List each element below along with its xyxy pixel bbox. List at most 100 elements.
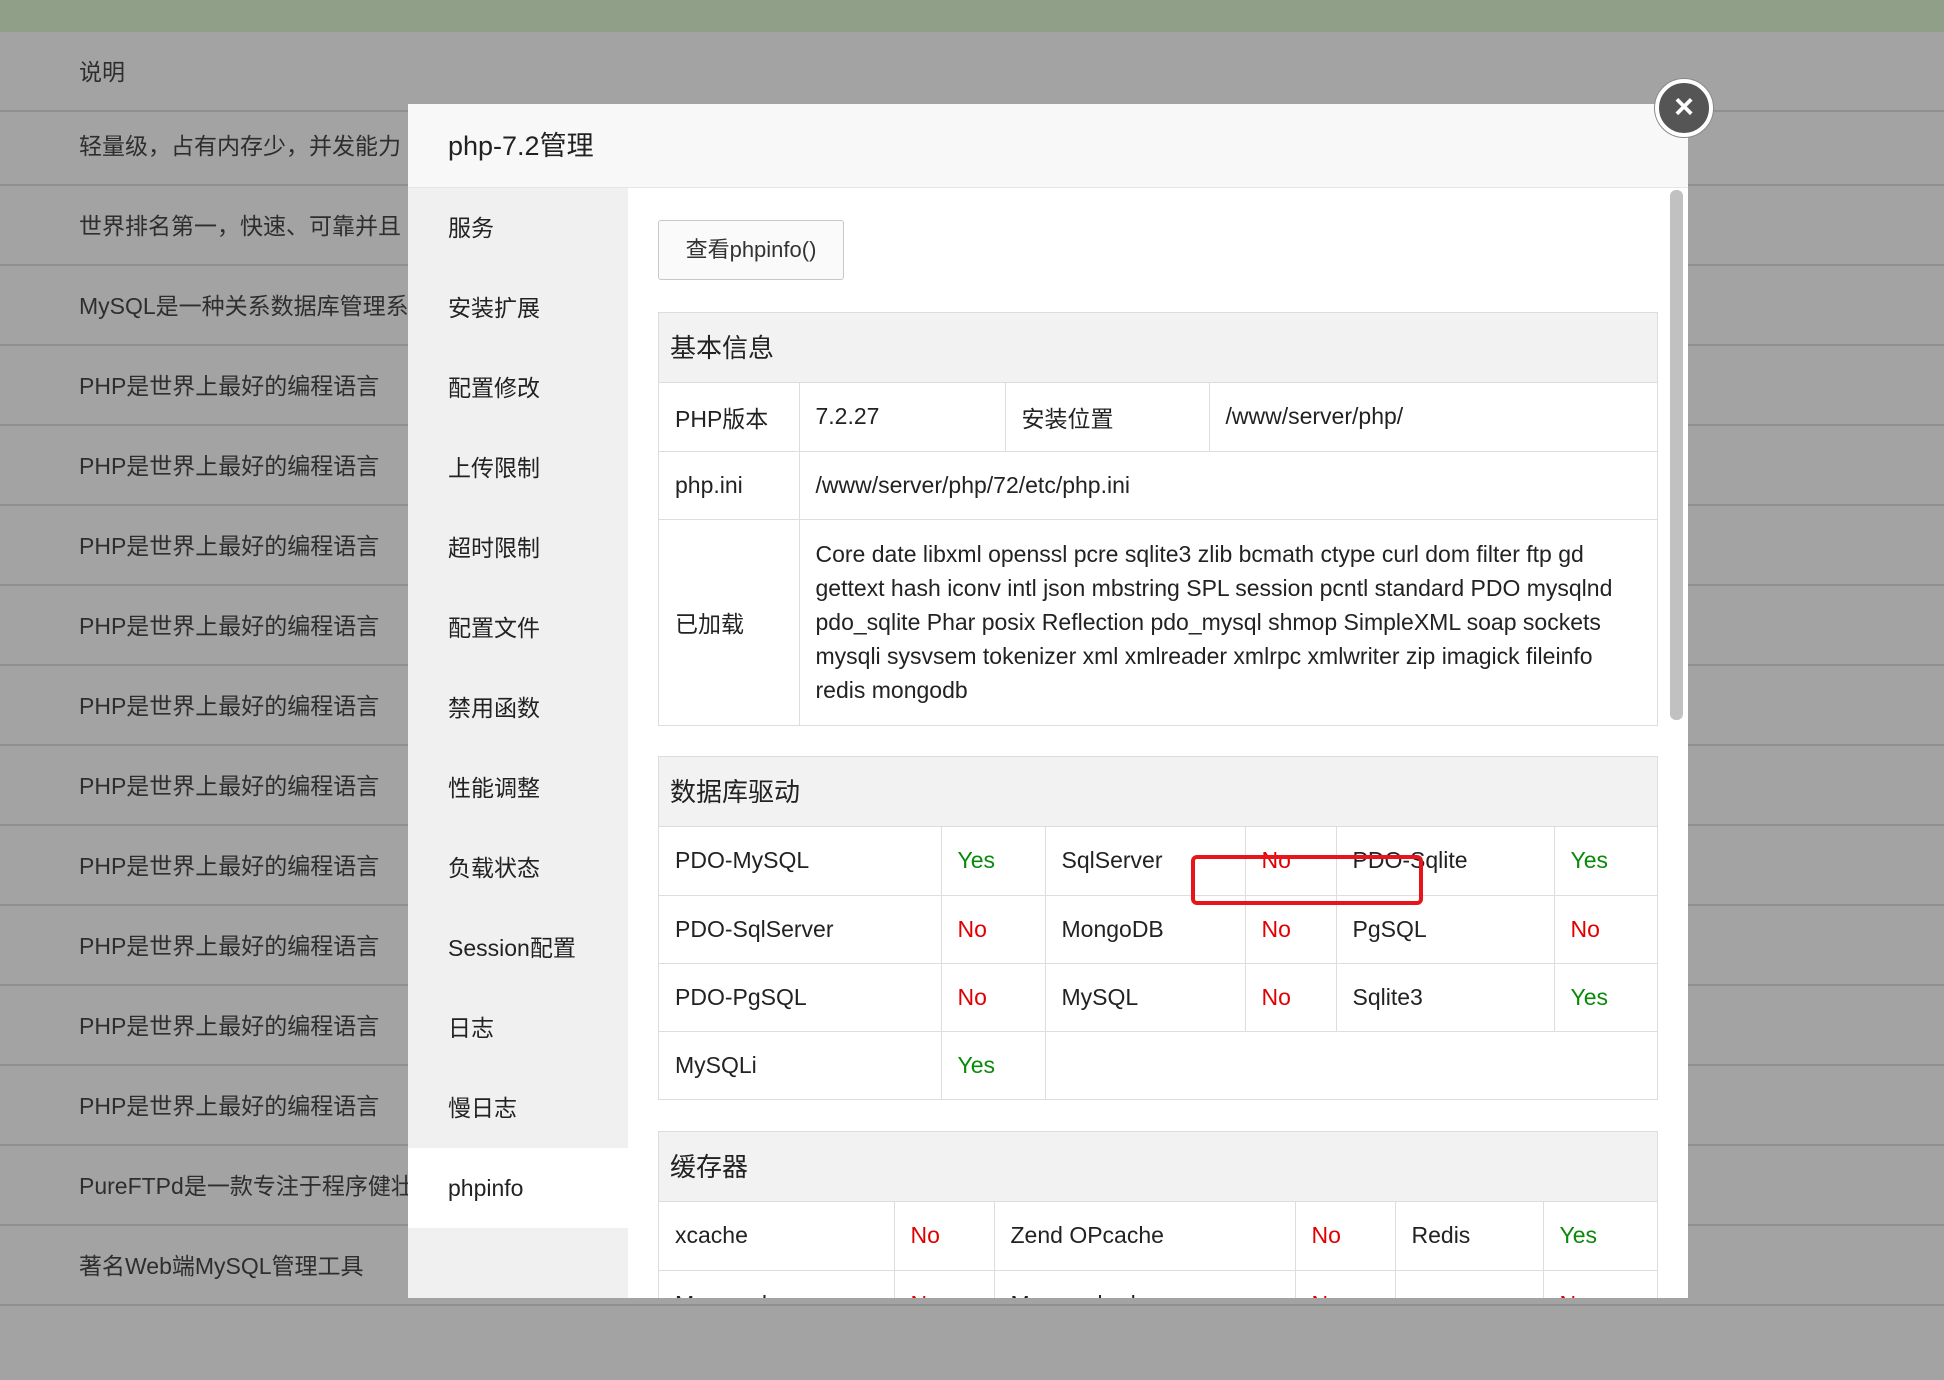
sidebar-item-label: 负载状态	[448, 855, 540, 881]
sidebar-item-session-config[interactable]: Session配置	[408, 908, 628, 988]
sidebar-item-label: 禁用函数	[448, 695, 540, 721]
driver-status: Yes	[1553, 827, 1657, 896]
dialog-sidebar: 服务 安装扩展 配置修改 上传限制 超时限制 配置文件 禁用函数 性能调整 负载…	[408, 188, 628, 1298]
driver-name: PgSQL	[1335, 894, 1555, 964]
top-bar	[0, 0, 1944, 32]
bg-row-header: 说明	[0, 32, 1944, 112]
table-row: PDO-SqlServer No MongoDB No PgSQL No	[659, 894, 1657, 964]
driver-name: PDO-SqlServer	[659, 894, 942, 964]
bg-row-text: PHP是世界上最好的编程语言	[79, 533, 380, 559]
sidebar-item-label: Session配置	[448, 935, 576, 961]
table-row: php.ini /www/server/php/72/etc/php.ini	[659, 450, 1657, 520]
sidebar-item-label: 性能调整	[448, 775, 540, 801]
cache-name: Memcached	[993, 1269, 1296, 1298]
php-manage-dialog: php-7.2管理 服务 安装扩展 配置修改 上传限制 超时限制 配置文件 禁用…	[408, 104, 1688, 1298]
sidebar-item-label: 服务	[448, 215, 494, 241]
cache-status: No	[1542, 1269, 1657, 1298]
driver-status: No	[940, 894, 1046, 964]
table-row: Memcache No Memcached No apcu No	[659, 1269, 1657, 1298]
cache-status: No	[1294, 1202, 1396, 1271]
driver-name: MySQLi	[659, 1030, 942, 1099]
dialog-title-bar[interactable]: php-7.2管理	[408, 104, 1688, 188]
cache-name: apcu	[1394, 1269, 1544, 1298]
sidebar-item-service[interactable]: 服务	[408, 188, 628, 268]
bg-row-text: PHP是世界上最好的编程语言	[79, 693, 380, 719]
redis-mongodb-highlight	[1191, 855, 1423, 905]
db-driver-panel: 数据库驱动 PDO-MySQL Yes SqlServer No PDO-Sql…	[658, 756, 1658, 1100]
cache-status: No	[1294, 1269, 1396, 1298]
sidebar-item-install-extension[interactable]: 安装扩展	[408, 268, 628, 348]
sidebar-item-performance[interactable]: 性能调整	[408, 748, 628, 828]
bg-row-text: PHP是世界上最好的编程语言	[79, 773, 380, 799]
driver-status: Yes	[940, 827, 1046, 896]
bg-row-text: 说明	[79, 59, 125, 85]
install-path-value: /www/server/php/	[1208, 383, 1657, 452]
bg-row-text: PHP是世界上最好的编程语言	[79, 853, 380, 879]
cache-name: Zend OPcache	[993, 1202, 1296, 1271]
bg-row-text: PHP是世界上最好的编程语言	[79, 1093, 380, 1119]
bg-row-text: PHP是世界上最好的编程语言	[79, 1013, 380, 1039]
driver-name: PDO-PgSQL	[659, 962, 942, 1032]
php-ini-path: /www/server/php/72/etc/php.ini	[798, 450, 1657, 520]
driver-status: Yes	[1553, 962, 1657, 1032]
php-version-value: 7.2.27	[798, 383, 1006, 452]
sidebar-item-timeout-limit[interactable]: 超时限制	[408, 508, 628, 588]
driver-status: No	[940, 962, 1046, 1032]
driver-status: Yes	[940, 1030, 1046, 1099]
sidebar-item-upload-limit[interactable]: 上传限制	[408, 428, 628, 508]
driver-name: MongoDB	[1044, 894, 1246, 964]
sidebar-item-label: phpinfo	[448, 1175, 524, 1201]
cache-name: xcache	[659, 1202, 895, 1271]
cache-status: No	[893, 1269, 995, 1298]
dialog-title: php-7.2管理	[448, 131, 594, 161]
bg-row-text: PHP是世界上最好的编程语言	[79, 453, 380, 479]
db-driver-heading: 数据库驱动	[659, 757, 1657, 827]
sidebar-item-config-file[interactable]: 配置文件	[408, 588, 628, 668]
bg-row-text: PHP是世界上最好的编程语言	[79, 373, 380, 399]
bg-row-text: 著名Web端MySQL管理工具	[79, 1253, 364, 1279]
dialog-content: 查看phpinfo() 基本信息 PHP版本 7.2.27 安装位置 /www/…	[628, 188, 1688, 1298]
install-path-label: 安装位置	[1004, 383, 1210, 452]
cache-status: Yes	[1542, 1202, 1657, 1271]
sidebar-item-slow-log[interactable]: 慢日志	[408, 1068, 628, 1148]
sidebar-item-label: 配置修改	[448, 375, 540, 401]
sidebar-item-label: 超时限制	[448, 535, 540, 561]
table-row: PDO-MySQL Yes SqlServer No PDO-Sqlite Ye…	[659, 827, 1657, 896]
sidebar-item-log[interactable]: 日志	[408, 988, 628, 1068]
driver-name: Sqlite3	[1335, 962, 1555, 1032]
sidebar-item-label: 日志	[448, 1015, 494, 1041]
empty-cell	[1044, 1030, 1657, 1099]
bg-row-text: PHP是世界上最好的编程语言	[79, 933, 380, 959]
content-scrollbar[interactable]	[1670, 190, 1683, 720]
bg-row-text: 轻量级，占有内存少，并发能力	[79, 133, 401, 159]
bg-row-text: 世界排名第一，快速、可靠并且	[79, 213, 401, 239]
cache-name: Memcache	[659, 1269, 895, 1298]
table-row: xcache No Zend OPcache No Redis Yes	[659, 1202, 1657, 1271]
bg-row-text: PureFTPd是一款专注于程序健壮	[79, 1173, 414, 1199]
close-icon[interactable]: ×	[1655, 79, 1713, 137]
bg-row-text: PHP是世界上最好的编程语言	[79, 613, 380, 639]
cache-heading: 缓存器	[659, 1132, 1657, 1202]
php-ini-label: php.ini	[659, 450, 800, 520]
php-version-label: PHP版本	[659, 383, 800, 452]
driver-status: No	[1553, 894, 1657, 964]
sidebar-item-label: 慢日志	[448, 1095, 517, 1121]
table-row: MySQLi Yes	[659, 1030, 1657, 1099]
sidebar-item-disabled-functions[interactable]: 禁用函数	[408, 668, 628, 748]
view-phpinfo-button[interactable]: 查看phpinfo()	[658, 220, 844, 280]
sidebar-item-load-status[interactable]: 负载状态	[408, 828, 628, 908]
loaded-label: 已加载	[659, 518, 800, 725]
basic-info-heading: 基本信息	[659, 313, 1657, 383]
sidebar-item-label: 配置文件	[448, 615, 540, 641]
sidebar-item-label: 安装扩展	[448, 295, 540, 321]
sidebar-item-phpinfo[interactable]: phpinfo	[408, 1148, 628, 1228]
loaded-extensions: Core date libxml openssl pcre sqlite3 zl…	[798, 518, 1657, 725]
sidebar-item-label: 上传限制	[448, 455, 540, 481]
basic-info-table: PHP版本 7.2.27 安装位置 /www/server/php/ php.i…	[659, 383, 1657, 725]
cache-panel: 缓存器 xcache No Zend OPcache No Redis Yes …	[658, 1131, 1658, 1298]
table-row: PDO-PgSQL No MySQL No Sqlite3 Yes	[659, 962, 1657, 1032]
driver-name: MySQL	[1044, 962, 1246, 1032]
driver-status: No	[1244, 894, 1337, 964]
driver-status: No	[1244, 962, 1337, 1032]
sidebar-item-config-edit[interactable]: 配置修改	[408, 348, 628, 428]
